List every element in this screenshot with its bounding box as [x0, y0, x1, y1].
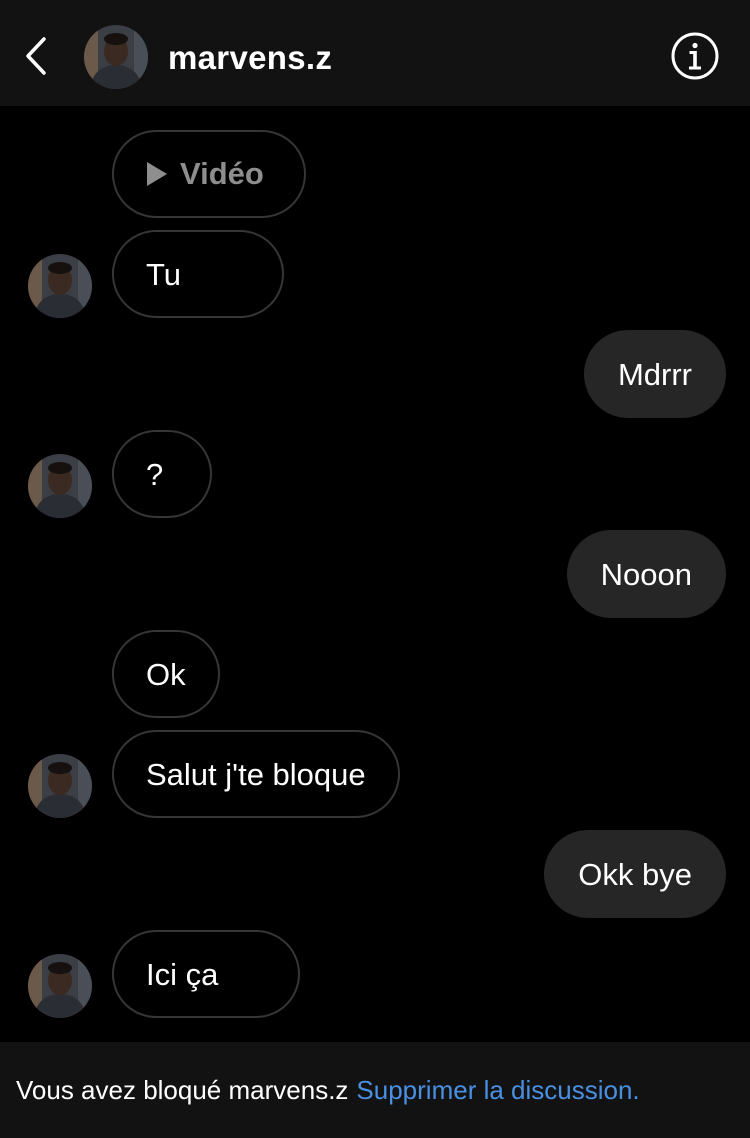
incoming-message-bubble[interactable]: Tu: [112, 230, 284, 318]
sender-avatar[interactable]: [28, 254, 92, 318]
chat-header: marvens.z: [0, 0, 750, 106]
incoming-message-bubble[interactable]: Salut j'te bloque: [112, 730, 400, 818]
back-button[interactable]: [16, 34, 56, 78]
incoming-message-bubble[interactable]: Ici ça: [112, 930, 300, 1018]
chat-username[interactable]: marvens.z: [168, 36, 332, 80]
info-circle-icon: [671, 32, 719, 80]
chat-screen: marvens.z Vidéo Tu Mdrrr ? Nooon Ok Salu…: [0, 0, 750, 1138]
info-button[interactable]: [670, 31, 720, 81]
video-message-bubble[interactable]: Vidéo: [112, 130, 306, 218]
sender-avatar[interactable]: [28, 454, 92, 518]
video-label: Vidéo: [180, 156, 264, 191]
blocked-notice: Vous avez bloqué marvens.z: [16, 1074, 349, 1105]
outgoing-message-bubble[interactable]: Nooon: [566, 530, 726, 618]
delete-conversation-link[interactable]: Supprimer la discussion.: [356, 1075, 639, 1106]
sender-avatar[interactable]: [28, 954, 92, 1018]
sender-avatar[interactable]: [28, 754, 92, 818]
chevron-left-icon: [26, 37, 46, 75]
avatar[interactable]: [84, 25, 148, 89]
outgoing-message-bubble[interactable]: Mdrrr: [583, 330, 726, 418]
play-icon: [147, 162, 167, 186]
incoming-message-bubble[interactable]: Ok: [112, 630, 220, 718]
outgoing-message-bubble[interactable]: Okk bye: [544, 830, 726, 918]
incoming-message-bubble[interactable]: ?: [112, 430, 212, 518]
blocked-footer: Vous avez bloqué marvens.z Supprimer la …: [0, 1042, 750, 1138]
